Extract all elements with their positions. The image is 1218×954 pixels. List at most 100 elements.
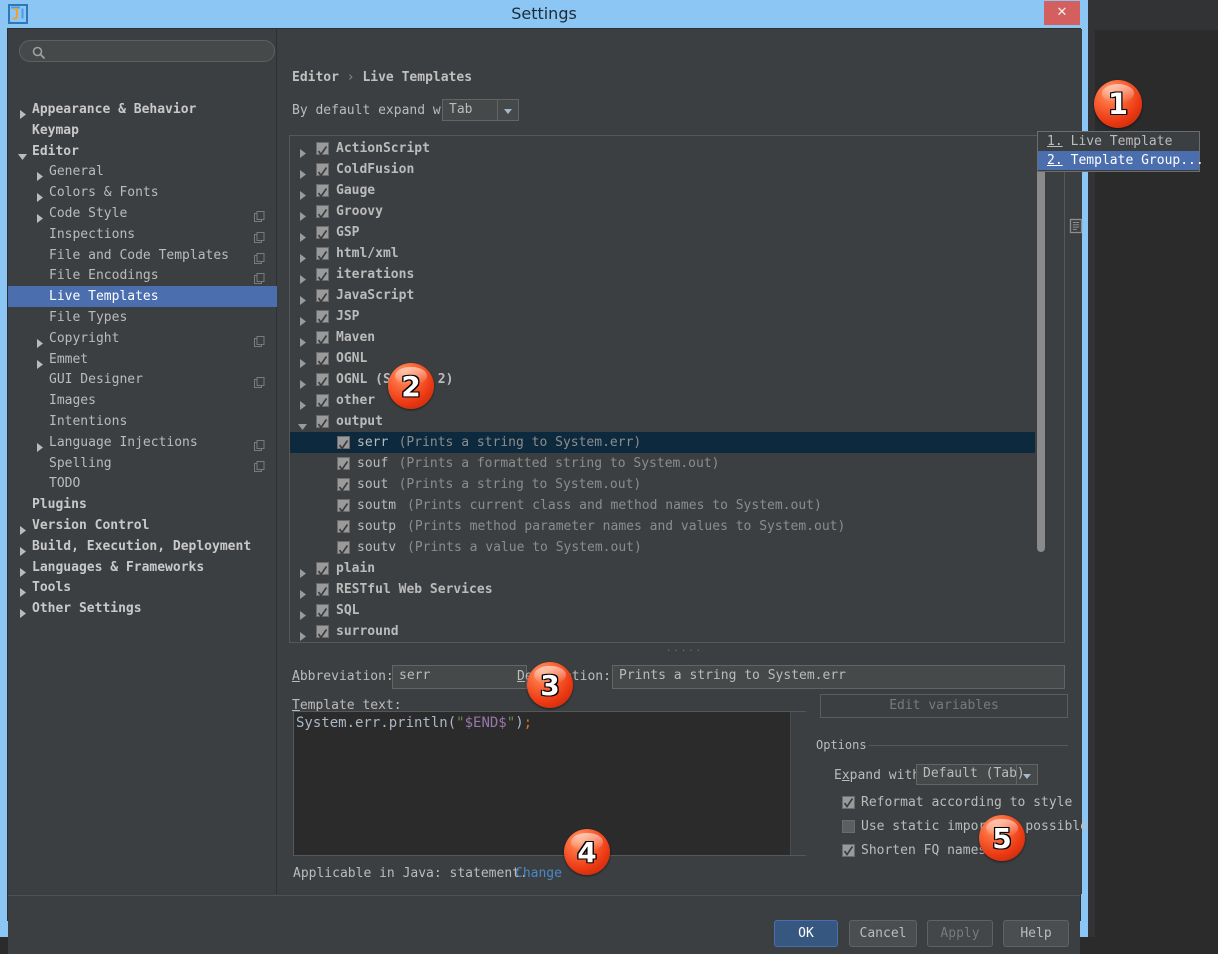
- chevron-right-icon[interactable]: [35, 355, 44, 364]
- copy-settings-icon[interactable]: [254, 208, 265, 219]
- table-row[interactable]: souf(Prints a formatted string to System…: [290, 453, 1035, 474]
- chevron-right-icon[interactable]: [298, 291, 307, 300]
- row-checkbox[interactable]: [337, 457, 350, 470]
- table-row[interactable]: GSP: [290, 222, 1035, 243]
- expand-with-select[interactable]: Default (Tab): [916, 764, 1038, 785]
- chevron-right-icon[interactable]: [18, 521, 27, 530]
- chevron-down-icon[interactable]: [18, 147, 27, 156]
- expand-default-select[interactable]: Tab: [442, 99, 519, 121]
- table-row[interactable]: surround: [290, 621, 1035, 642]
- chevron-right-icon[interactable]: [35, 438, 44, 447]
- chevron-right-icon[interactable]: [298, 312, 307, 321]
- row-checkbox[interactable]: [316, 226, 329, 239]
- chevron-right-icon[interactable]: [298, 396, 307, 405]
- menu-item-template-group[interactable]: 2.Template Group...: [1038, 151, 1199, 170]
- checkbox-box[interactable]: [842, 796, 855, 809]
- checkbox-box[interactable]: [842, 844, 855, 857]
- sidebar-item-spelling[interactable]: Spelling: [8, 453, 277, 474]
- sidebar-item-language-injections[interactable]: Language Injections: [8, 432, 277, 453]
- tree-scrollbar-thumb[interactable]: [1037, 140, 1045, 552]
- chevron-right-icon[interactable]: [298, 375, 307, 384]
- edit-variables-button[interactable]: Edit variables: [820, 694, 1068, 718]
- sidebar-item-emmet[interactable]: Emmet: [8, 349, 277, 370]
- chevron-down-icon-2[interactable]: [1016, 765, 1037, 785]
- chevron-right-icon[interactable]: [298, 270, 307, 279]
- copy-settings-icon[interactable]: [254, 250, 265, 261]
- search-input[interactable]: [19, 40, 275, 62]
- row-checkbox[interactable]: [337, 520, 350, 533]
- sidebar-item-other-settings[interactable]: Other Settings: [8, 598, 277, 619]
- table-row[interactable]: ActionScript: [290, 138, 1035, 159]
- sidebar-item-intentions[interactable]: Intentions: [8, 411, 277, 432]
- menu-item-live-template[interactable]: 1.Live Template: [1038, 132, 1199, 151]
- table-row[interactable]: sout(Prints a string to System.out): [290, 474, 1035, 495]
- sidebar-item-inspections[interactable]: Inspections: [8, 224, 277, 245]
- sidebar-item-copyright[interactable]: Copyright: [8, 328, 277, 349]
- table-row[interactable]: plain: [290, 558, 1035, 579]
- row-checkbox[interactable]: [316, 247, 329, 260]
- table-row[interactable]: Maven: [290, 327, 1035, 348]
- copy-settings-icon[interactable]: [254, 270, 265, 281]
- table-row[interactable]: ColdFusion: [290, 159, 1035, 180]
- sidebar-item-gui-designer[interactable]: GUI Designer: [8, 369, 277, 390]
- row-checkbox[interactable]: [316, 163, 329, 176]
- table-row[interactable]: output: [290, 411, 1035, 432]
- row-checkbox[interactable]: [316, 583, 329, 596]
- chevron-right-icon[interactable]: [18, 105, 27, 114]
- chevron-right-icon[interactable]: [298, 207, 307, 216]
- row-checkbox[interactable]: [316, 562, 329, 575]
- copy-settings-icon[interactable]: [254, 437, 265, 448]
- sidebar-item-colors-fonts[interactable]: Colors & Fonts: [8, 182, 277, 203]
- chevron-right-icon[interactable]: [298, 627, 307, 636]
- row-checkbox[interactable]: [316, 625, 329, 638]
- duplicate-icon[interactable]: [1067, 217, 1085, 235]
- sidebar-item-todo[interactable]: TODO: [8, 473, 277, 494]
- template-text-editor[interactable]: System.err.println("$END$");: [293, 711, 806, 856]
- table-row[interactable]: JavaScript: [290, 285, 1035, 306]
- row-checkbox[interactable]: [316, 142, 329, 155]
- chevron-right-icon[interactable]: [35, 167, 44, 176]
- help-button[interactable]: Help: [1003, 920, 1069, 947]
- row-checkbox[interactable]: [337, 478, 350, 491]
- table-row[interactable]: SQL: [290, 600, 1035, 621]
- row-checkbox[interactable]: [337, 436, 350, 449]
- row-checkbox[interactable]: [316, 394, 329, 407]
- chevron-down-icon[interactable]: [497, 100, 518, 120]
- chevron-down-icon[interactable]: [298, 417, 307, 426]
- table-row[interactable]: Groovy: [290, 201, 1035, 222]
- chevron-right-icon[interactable]: [298, 144, 307, 153]
- sidebar-item-version-control[interactable]: Version Control: [8, 515, 277, 536]
- add-template-popup-menu[interactable]: 1.Live Template2.Template Group...: [1037, 131, 1200, 172]
- chevron-right-icon[interactable]: [298, 165, 307, 174]
- chevron-right-icon[interactable]: [35, 334, 44, 343]
- sidebar-item-plugins[interactable]: Plugins: [8, 494, 277, 515]
- sidebar-item-file-encodings[interactable]: File Encodings: [8, 265, 277, 286]
- chevron-right-icon[interactable]: [298, 186, 307, 195]
- row-checkbox[interactable]: [316, 184, 329, 197]
- chevron-right-icon[interactable]: [298, 333, 307, 342]
- row-checkbox[interactable]: [316, 289, 329, 302]
- sidebar-item-build-execution-deployment[interactable]: Build, Execution, Deployment: [8, 536, 277, 557]
- table-row[interactable]: serr(Prints a string to System.err): [290, 432, 1035, 453]
- sidebar-item-appearance-behavior[interactable]: Appearance & Behavior: [8, 99, 277, 120]
- table-row[interactable]: soutp(Prints method parameter names and …: [290, 516, 1035, 537]
- chevron-right-icon[interactable]: [298, 354, 307, 363]
- ok-button[interactable]: OK: [774, 920, 838, 947]
- row-checkbox[interactable]: [337, 541, 350, 554]
- table-row[interactable]: iterations: [290, 264, 1035, 285]
- table-row[interactable]: RESTful Web Services: [290, 579, 1035, 600]
- sidebar-item-keymap[interactable]: Keymap: [8, 120, 277, 141]
- sidebar-item-tools[interactable]: Tools: [8, 577, 277, 598]
- sidebar-item-file-types[interactable]: File Types: [8, 307, 277, 328]
- table-row[interactable]: html/xml: [290, 243, 1035, 264]
- chevron-right-icon[interactable]: [298, 228, 307, 237]
- close-icon[interactable]: ✕: [1044, 1, 1080, 25]
- sidebar-item-live-templates[interactable]: Live Templates: [8, 286, 277, 307]
- chevron-right-icon[interactable]: [18, 542, 27, 551]
- sidebar-item-images[interactable]: Images: [8, 390, 277, 411]
- sidebar-item-languages-frameworks[interactable]: Languages & Frameworks: [8, 557, 277, 578]
- chevron-right-icon[interactable]: [298, 249, 307, 258]
- cancel-button[interactable]: Cancel: [849, 920, 917, 947]
- checkbox-box[interactable]: [842, 820, 855, 833]
- template-text-scrollbar[interactable]: [790, 712, 807, 855]
